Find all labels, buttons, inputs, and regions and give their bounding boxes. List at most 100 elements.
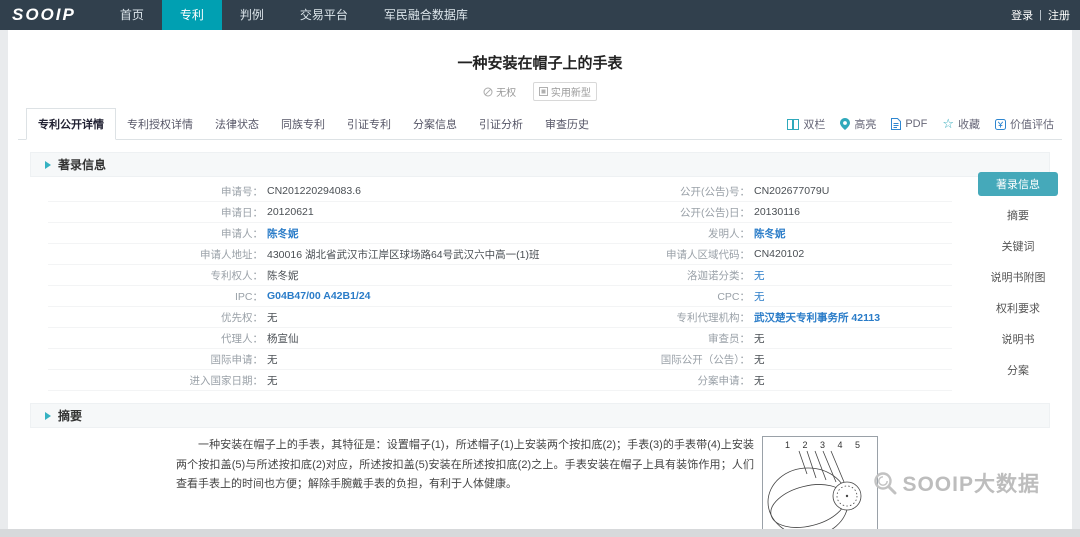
intl-application-value: 无	[267, 353, 278, 366]
field-label: 审查员：	[708, 332, 750, 345]
detail-tabbar: 专利公开详情 专利授权详情 法律状态 同族专利 引证专利 分案信息 引证分析 审…	[18, 108, 1062, 140]
tool-favorite-label: 收藏	[958, 119, 980, 131]
abstract-content: 一种安装在帽子上的手表，其特征是：设置帽子(1)，所述帽子(1)上安装两个按扣底…	[8, 436, 1072, 529]
nav-cases[interactable]: 判例	[222, 0, 282, 30]
valuation-icon	[995, 118, 1006, 130]
field-label: 洛迦诺分类：	[687, 269, 750, 282]
inventor-link[interactable]: 陈冬妮	[750, 226, 786, 241]
columns-icon	[787, 118, 800, 130]
side-nav-keywords[interactable]: 关键词	[978, 234, 1058, 258]
figure-reference-numbers: 1 2 3 4 5	[784, 440, 866, 450]
side-nav-divisional[interactable]: 分案	[978, 358, 1058, 382]
abstract-section-header[interactable]: 摘要	[30, 403, 1050, 428]
utility-model-icon	[538, 87, 548, 96]
nav-mil-civ-db[interactable]: 军民融合数据库	[366, 0, 486, 30]
field-label: 国际申请：	[210, 353, 264, 366]
tool-pdf-label: PDF	[905, 118, 928, 130]
biblio-table: 申请号： CN201220294083.6 公开(公告)号： CN202677079…	[48, 181, 952, 391]
field-label: 国际公开（公告）：	[660, 353, 750, 366]
collapse-arrow-icon	[45, 411, 51, 420]
side-nav-claims[interactable]: 权利要求	[978, 296, 1058, 320]
publication-date-value: 20130116	[754, 206, 800, 218]
side-nav-description[interactable]: 说明书	[978, 327, 1058, 351]
field-label: 分案申请：	[697, 374, 751, 387]
tab-patent-grant-details[interactable]: 专利授权详情	[116, 109, 204, 139]
field-label: 发明人：	[708, 227, 750, 240]
top-navbar: SOOIP 首页 专利 判例 交易平台 军民融合数据库 登录 | 注册	[0, 0, 1080, 30]
field-label: 专利代理机构：	[676, 311, 751, 324]
tab-cited-patents[interactable]: 引证专利	[336, 109, 402, 139]
cpc-link[interactable]: 无	[750, 289, 765, 304]
toolbar: 双栏 高亮 PDF ☆ 收藏 价值评估	[787, 116, 1054, 139]
field-label: 申请日：	[221, 206, 263, 219]
abstract-paragraph: 一种安装在帽子上的手表，其特征是：设置帽子(1)，所述帽子(1)上安装两个按扣底…	[176, 439, 754, 491]
table-row: 进入国家日期：无 分案申请：无	[48, 370, 952, 391]
table-row: 代理人： 杨宣仙 审查员： 无	[48, 328, 952, 349]
page-title: 一种安装在帽子上的手表	[457, 55, 623, 72]
priority-value: 无	[267, 311, 278, 324]
table-row: 申请人： 陈冬妮 发明人： 陈冬妮	[48, 223, 952, 244]
tool-favorite[interactable]: ☆ 收藏	[942, 116, 980, 132]
side-nav-drawings[interactable]: 说明书附图	[978, 265, 1058, 289]
application-number-value: CN201220294083.6	[267, 185, 361, 197]
section-anchor-nav: 著录信息 摘要 关键词 说明书附图 权利要求 说明书 分案	[978, 172, 1058, 382]
field-label: 进入国家日期：	[189, 374, 264, 387]
tool-pdf[interactable]: PDF	[891, 118, 927, 130]
ipc-link[interactable]: G04B47/00 A42B1/24	[263, 290, 371, 302]
sooip-logo[interactable]: SOOIP	[0, 0, 102, 30]
field-label: 申请人区域代码：	[666, 248, 750, 261]
nav-home[interactable]: 首页	[102, 0, 162, 30]
login-link[interactable]: 登录	[1011, 7, 1033, 23]
tool-two-column-label: 双栏	[803, 119, 826, 131]
field-label: 申请人地址：	[200, 248, 263, 261]
tool-two-column[interactable]: 双栏	[787, 116, 825, 132]
application-date-value: 20120621	[267, 206, 314, 218]
applicant-address-value: 430016 湖北省武汉市江岸区球场路64号武汉六中高一(1)班	[267, 248, 540, 261]
agency-link[interactable]: 武汉楚天专利事务所 42113	[750, 310, 880, 325]
pin-icon	[840, 118, 851, 130]
side-nav-abstract[interactable]: 摘要	[978, 203, 1058, 227]
table-row: 专利权人： 陈冬妮 洛迦诺分类：无	[48, 265, 952, 286]
publication-number-value: CN202677079U	[754, 185, 830, 197]
abstract-section-title: 摘要	[58, 409, 83, 423]
patent-drawing: 1 2 3 4 5	[762, 436, 878, 529]
auth-separator: |	[1039, 9, 1042, 21]
main-nav: 首页 专利 判例 交易平台 军民融合数据库	[102, 0, 486, 30]
locarno-link[interactable]: 无	[750, 268, 765, 283]
nav-trade-platform[interactable]: 交易平台	[282, 0, 366, 30]
field-label: IPC：	[234, 290, 263, 303]
nav-patent[interactable]: 专利	[161, 0, 222, 30]
tab-family-patents[interactable]: 同族专利	[270, 109, 336, 139]
table-row: 优先权： 无 专利代理机构： 武汉楚天专利事务所 42113	[48, 307, 952, 328]
tab-divisional-info[interactable]: 分案信息	[402, 109, 468, 139]
patent-detail-page: 一种安装在帽子上的手表 无权 实用新型 专利公开详情 专利授权详情 法律状态 同…	[8, 30, 1072, 529]
field-label: 公开(公告)日：	[680, 206, 750, 219]
region-code-value: CN420102	[754, 248, 805, 260]
tab-legal-status[interactable]: 法律状态	[204, 109, 270, 139]
patent-type-label: 实用新型	[550, 88, 591, 99]
field-label: 申请号：	[221, 185, 263, 198]
biblio-section-title: 著录信息	[58, 158, 107, 172]
register-link[interactable]: 注册	[1048, 7, 1070, 23]
agent-value: 杨宣仙	[267, 332, 299, 345]
tool-highlight[interactable]: 高亮	[840, 116, 876, 132]
pdf-icon	[891, 118, 902, 130]
page-bottom-strip	[0, 529, 1080, 537]
side-nav-biblio[interactable]: 著录信息	[978, 172, 1058, 196]
table-row: IPC： G04B47/00 A42B1/24 CPC：无	[48, 286, 952, 307]
intl-publication-value: 无	[754, 353, 765, 366]
divisional-application-value: 无	[754, 374, 765, 387]
national-entry-date-value: 无	[267, 374, 278, 387]
field-label: CPC：	[717, 290, 750, 303]
field-label: 申请人：	[221, 227, 263, 240]
tab-patent-public-details[interactable]: 专利公开详情	[26, 108, 116, 140]
field-label: 公开(公告)号：	[680, 185, 750, 198]
no-rights-icon	[483, 87, 493, 96]
field-label: 优先权：	[221, 311, 263, 324]
biblio-section-header[interactable]: 著录信息	[30, 152, 1050, 177]
tool-valuation[interactable]: 价值评估	[995, 116, 1054, 132]
tab-examination-history[interactable]: 审查历史	[534, 109, 600, 139]
status-badge-label: 无权	[496, 88, 517, 99]
applicant-link[interactable]: 陈冬妮	[263, 226, 299, 241]
tab-citation-analysis[interactable]: 引证分析	[468, 109, 534, 139]
